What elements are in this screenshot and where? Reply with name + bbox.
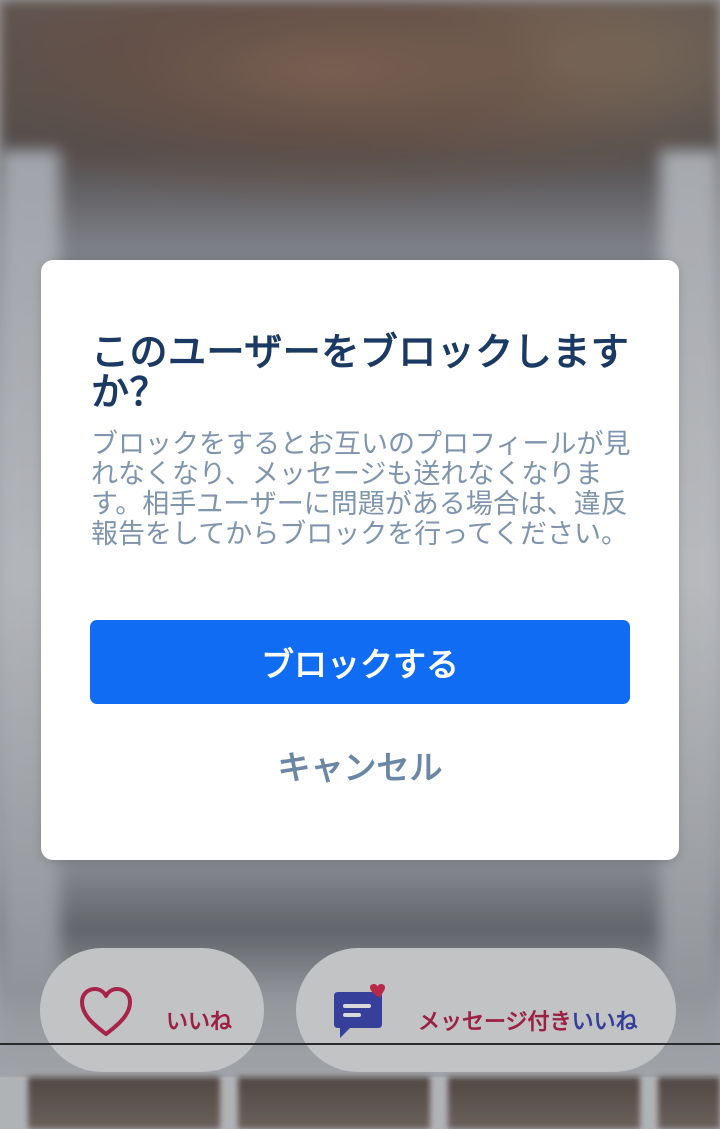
block-user-dialog: このユーザーをブロックしますか？ ブロックをするとお互いのプロフィールが見れなく… (41, 260, 679, 860)
dialog-message: ブロックをするとお互いのプロフィールが見れなくなり、メッセージも送れなくなります… (91, 429, 631, 550)
cancel-button[interactable]: キャンセル (90, 728, 630, 802)
block-button[interactable]: ブロックする (90, 620, 630, 704)
screen: いいね メッセージ付きいいね このユーザーをブロックしますか？ ブロックをすると… (0, 0, 720, 1129)
dialog-title: このユーザーをブロックしますか？ (91, 330, 630, 414)
